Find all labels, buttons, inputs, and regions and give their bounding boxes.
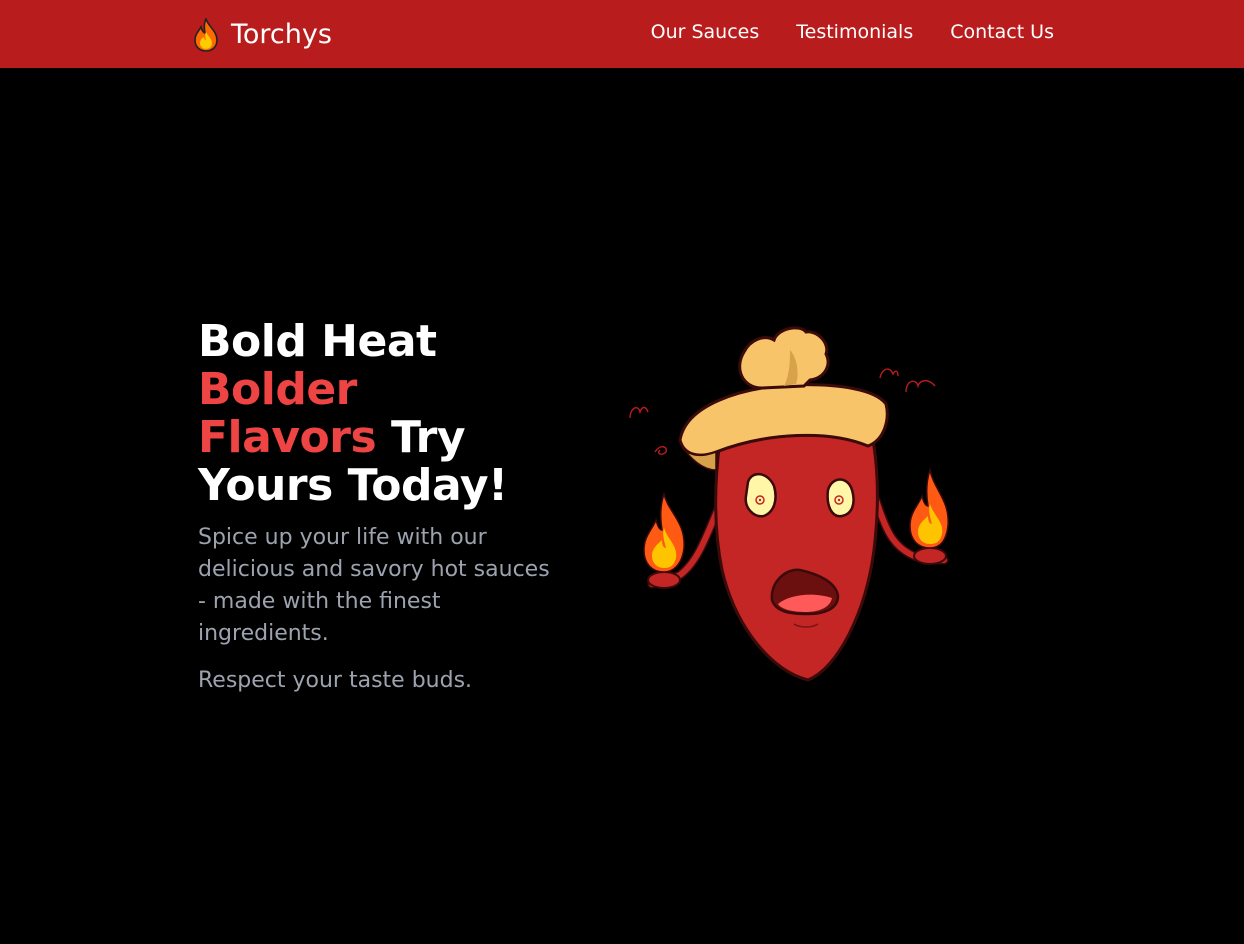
nav-links: Our Sauces Testimonials Contact Us: [651, 18, 1054, 46]
flame-icon: [194, 18, 218, 52]
brand-link[interactable]: Torchys: [192, 16, 332, 54]
hero-text: Bold Heat Bolder Flavors Try Yours Today…: [198, 318, 558, 697]
headline-line-4: Yours Today!: [198, 460, 508, 511]
mascot-illustration: [629, 326, 949, 682]
chili-pepper-chef-mascot: [620, 320, 960, 690]
navbar: Torchys Our Sauces Testimonials Contact …: [0, 0, 1244, 68]
headline-accent-1: Bolder: [198, 364, 357, 415]
headline-accent-2: Flavors: [198, 412, 377, 463]
nav-link-contact-us[interactable]: Contact Us: [950, 18, 1054, 46]
headline-rest-2: Try: [390, 412, 466, 463]
nav-link-our-sauces[interactable]: Our Sauces: [651, 18, 760, 46]
nav-link-testimonials[interactable]: Testimonials: [796, 18, 913, 46]
hero-tagline: Respect your taste buds.: [198, 668, 473, 693]
hero-headline: Bold Heat Bolder Flavors Try Yours Today…: [198, 318, 558, 510]
hero-lead: Spice up your life with our delicious an…: [198, 525, 550, 646]
headline-line-1: Bold Heat: [198, 316, 437, 367]
brand-name: Torchys: [231, 19, 332, 50]
